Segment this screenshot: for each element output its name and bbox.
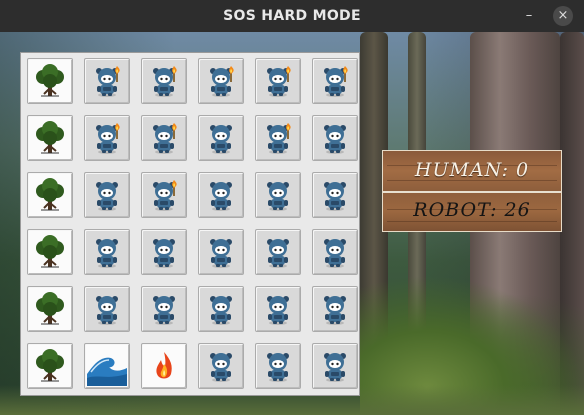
board-cell-r3-c1[interactable] [84, 229, 130, 275]
window-title: SOS HARD MODE [223, 8, 361, 24]
board-cell-r1-c5[interactable] [312, 115, 358, 161]
robot-icon [204, 349, 238, 383]
board-cell-r5-c3[interactable] [198, 343, 244, 389]
board-cell-r0-c1[interactable] [84, 58, 130, 104]
board-cell-r0-c4[interactable] [255, 58, 301, 104]
robot-icon [90, 235, 124, 269]
robot-icon [90, 178, 124, 212]
board-cell-r3-c0[interactable] [27, 229, 73, 275]
robot-icon [261, 178, 295, 212]
board-cell-r5-c0[interactable] [27, 343, 73, 389]
robot-with-torch-icon [147, 64, 181, 98]
robot-with-torch-icon [90, 64, 124, 98]
board-cell-r0-c5[interactable] [312, 58, 358, 104]
human-score: HUMAN: 0 [414, 159, 530, 181]
tree-icon [33, 348, 67, 384]
board-cell-r0-c0[interactable] [27, 58, 73, 104]
tree-icon [33, 291, 67, 327]
board-cell-r2-c1[interactable] [84, 172, 130, 218]
panel-divider [383, 191, 561, 193]
board-cell-r0-c3[interactable] [198, 58, 244, 104]
score-panel: HUMAN: 0 ROBOT: 26 [382, 150, 562, 232]
board-cell-r1-c4[interactable] [255, 115, 301, 161]
board-cell-r2-c2[interactable] [141, 172, 187, 218]
board-cell-r2-c4[interactable] [255, 172, 301, 218]
board-cell-r4-c3[interactable] [198, 286, 244, 332]
board-cell-r5-c4[interactable] [255, 343, 301, 389]
robot-with-torch-icon [318, 64, 352, 98]
board-cell-r1-c0[interactable] [27, 115, 73, 161]
window-titlebar: SOS HARD MODE – × [0, 0, 584, 32]
board-cell-r3-c2[interactable] [141, 229, 187, 275]
wave-icon [87, 346, 127, 386]
robot-with-torch-icon [261, 64, 295, 98]
robot-with-torch-icon [147, 121, 181, 155]
board-cell-r1-c3[interactable] [198, 115, 244, 161]
robot-icon [204, 235, 238, 269]
robot-icon [318, 178, 352, 212]
robot-score: ROBOT: 26 [413, 199, 531, 221]
board-cell-r5-c1[interactable] [84, 343, 130, 389]
robot-icon [318, 349, 352, 383]
robot-with-torch-icon [147, 178, 181, 212]
tree-icon [33, 120, 67, 156]
robot-with-torch-icon [204, 64, 238, 98]
robot-icon [204, 178, 238, 212]
board-cell-r3-c4[interactable] [255, 229, 301, 275]
board-cell-r5-c5[interactable] [312, 343, 358, 389]
game-board [20, 52, 360, 396]
robot-icon [318, 235, 352, 269]
board-cell-r2-c3[interactable] [198, 172, 244, 218]
tree-icon [33, 177, 67, 213]
robot-icon [147, 292, 181, 326]
fire-icon [149, 348, 179, 384]
close-button[interactable]: × [553, 6, 573, 26]
board-cell-r4-c1[interactable] [84, 286, 130, 332]
board-cell-r4-c2[interactable] [141, 286, 187, 332]
board-cell-r2-c0[interactable] [27, 172, 73, 218]
robot-icon [204, 121, 238, 155]
board-cell-r1-c1[interactable] [84, 115, 130, 161]
board-cell-r1-c2[interactable] [141, 115, 187, 161]
board-cell-r4-c5[interactable] [312, 286, 358, 332]
robot-icon [318, 292, 352, 326]
board-cell-r3-c3[interactable] [198, 229, 244, 275]
tree-icon [33, 234, 67, 270]
robot-icon [261, 349, 295, 383]
board-cell-r4-c4[interactable] [255, 286, 301, 332]
board-cell-r2-c5[interactable] [312, 172, 358, 218]
robot-icon [90, 292, 124, 326]
robot-icon [204, 292, 238, 326]
robot-icon [147, 235, 181, 269]
robot-icon [318, 121, 352, 155]
board-cell-r0-c2[interactable] [141, 58, 187, 104]
robot-with-torch-icon [90, 121, 124, 155]
tree-icon [33, 63, 67, 99]
robot-icon [261, 292, 295, 326]
robot-icon [261, 235, 295, 269]
robot-with-torch-icon [261, 121, 295, 155]
board-cell-r5-c2[interactable] [141, 343, 187, 389]
board-cell-r4-c0[interactable] [27, 286, 73, 332]
minimize-button[interactable]: – [519, 6, 539, 26]
board-cell-r3-c5[interactable] [312, 229, 358, 275]
wood-grain [387, 221, 557, 222]
